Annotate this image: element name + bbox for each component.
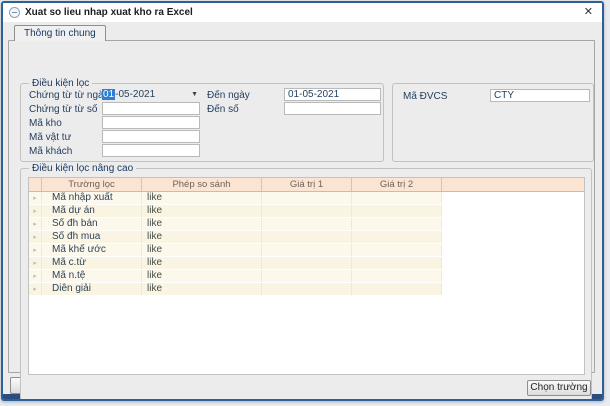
row-operator[interactable]: like	[142, 257, 262, 269]
row-value1[interactable]	[262, 270, 352, 282]
customer-field[interactable]	[102, 144, 200, 157]
date-from-combo[interactable]: 01-05-2021 ▼	[102, 88, 200, 101]
row-field[interactable]: Diễn giải	[42, 283, 142, 295]
chevron-down-icon[interactable]: ▼	[191, 91, 200, 98]
date-from-label: Chứng từ từ ngày	[29, 90, 109, 102]
row-value2[interactable]	[352, 283, 442, 295]
row-selector-icon[interactable]: ▸	[29, 218, 42, 230]
row-value2[interactable]	[352, 257, 442, 269]
table-row[interactable]: ▸ Mã c.từ like	[29, 257, 584, 270]
table-row[interactable]: ▸ Số đh mua like	[29, 231, 584, 244]
customer-label: Mã khách	[29, 146, 72, 158]
advanced-group-title: Điều kiện lọc nâng cao	[29, 163, 136, 174]
row-selector-icon[interactable]: ▸	[29, 283, 42, 295]
row-operator[interactable]: like	[142, 218, 262, 230]
table-row[interactable]: ▸ Mã n.tệ like	[29, 270, 584, 283]
row-value1[interactable]	[262, 231, 352, 243]
grid-header-value1[interactable]: Giá trị 1	[262, 178, 352, 191]
table-row[interactable]: ▸ Mã dự án like	[29, 205, 584, 218]
row-field[interactable]: Mã nhập xuất	[42, 192, 142, 204]
row-value2[interactable]	[352, 270, 442, 282]
row-value1[interactable]	[262, 205, 352, 217]
row-field[interactable]: Số đh mua	[42, 231, 142, 243]
advanced-filter-groupbox: Điều kiện lọc nâng cao Trường lọc Phép s…	[20, 168, 592, 401]
row-selector-icon[interactable]: ▸	[29, 257, 42, 269]
table-row[interactable]: ▸ Mã nhập xuất like	[29, 192, 584, 205]
row-selector-icon[interactable]: ▸	[29, 244, 42, 256]
row-selector-icon[interactable]: ▸	[29, 270, 42, 282]
row-operator[interactable]: like	[142, 205, 262, 217]
date-to-label: Đến ngày	[207, 90, 250, 102]
row-operator[interactable]: like	[142, 270, 262, 282]
unit-label: Mã ĐVCS	[403, 91, 447, 103]
date-from-rest: -05-2021	[115, 89, 155, 100]
unit-field[interactable]	[490, 89, 590, 102]
row-field[interactable]: Mã khế ước	[42, 244, 142, 256]
filter-group-title: Điều kiện lọc	[29, 78, 92, 89]
grid-header-selector	[29, 178, 42, 191]
row-filler	[442, 192, 584, 204]
row-field[interactable]: Mã c.từ	[42, 257, 142, 269]
row-value1[interactable]	[262, 244, 352, 256]
table-row[interactable]: ▸ Mã khế ước like	[29, 244, 584, 257]
doc-to-field[interactable]	[284, 102, 381, 115]
row-selector-icon[interactable]: ▸	[29, 231, 42, 243]
row-selector-icon[interactable]: ▸	[29, 192, 42, 204]
row-filler	[442, 205, 584, 217]
grid-header-filler	[442, 178, 584, 191]
table-row[interactable]: ▸ Số đh bán like	[29, 218, 584, 231]
row-filler	[442, 270, 584, 282]
row-value1[interactable]	[262, 218, 352, 230]
app-icon	[9, 7, 20, 18]
row-value1[interactable]	[262, 192, 352, 204]
row-value2[interactable]	[352, 244, 442, 256]
grid-header-field[interactable]: Trường lọc	[42, 178, 142, 191]
row-filler	[442, 244, 584, 256]
doc-from-field[interactable]	[102, 102, 200, 115]
row-operator[interactable]: like	[142, 283, 262, 295]
row-operator[interactable]: like	[142, 244, 262, 256]
table-row[interactable]: ▸ Diễn giải like	[29, 283, 584, 296]
advanced-filter-grid[interactable]: Trường lọc Phép so sánh Giá trị 1 Giá tr…	[28, 177, 585, 375]
row-value1[interactable]	[262, 283, 352, 295]
row-value2[interactable]	[352, 192, 442, 204]
row-selector-icon[interactable]: ▸	[29, 205, 42, 217]
row-field[interactable]: Mã dự án	[42, 205, 142, 217]
material-label: Mã vật tư	[29, 132, 71, 144]
grid-header-row: Trường lọc Phép so sánh Giá trị 1 Giá tr…	[29, 178, 584, 192]
date-from-selected-segment: 01	[102, 89, 115, 100]
close-icon[interactable]: ✕	[581, 6, 596, 19]
choose-fields-button[interactable]: Chọn trường	[527, 380, 591, 396]
grid-header-operator[interactable]: Phép so sánh	[142, 178, 262, 191]
row-operator[interactable]: like	[142, 231, 262, 243]
row-value1[interactable]	[262, 257, 352, 269]
row-value2[interactable]	[352, 218, 442, 230]
row-filler	[442, 231, 584, 243]
window-title: Xuat so lieu nhap xuat kho ra Excel	[25, 7, 193, 18]
row-operator[interactable]: like	[142, 192, 262, 204]
doc-from-label: Chứng từ từ số	[29, 104, 97, 116]
row-field[interactable]: Mã n.tệ	[42, 270, 142, 282]
tab-general-info[interactable]: Thông tin chung	[14, 25, 106, 41]
material-field[interactable]	[102, 130, 200, 143]
export-dialog-window: Xuat so lieu nhap xuat kho ra Excel ✕ Th…	[1, 1, 604, 401]
tab-page: Điều kiện lọc Chứng từ từ ngày 01-05-202…	[8, 40, 595, 373]
desktop-background: { "window": { "title": "Xuat so lieu nha…	[0, 0, 610, 406]
row-field[interactable]: Số đh bán	[42, 218, 142, 230]
row-filler	[442, 218, 584, 230]
row-filler	[442, 283, 584, 295]
row-value2[interactable]	[352, 231, 442, 243]
titlebar: Xuat so lieu nhap xuat kho ra Excel ✕	[3, 3, 602, 22]
row-value2[interactable]	[352, 205, 442, 217]
grid-header-value2[interactable]: Giá trị 2	[352, 178, 442, 191]
unit-groupbox: Mã ĐVCS	[392, 83, 594, 162]
doc-to-label: Đến số	[207, 104, 239, 116]
warehouse-field[interactable]	[102, 116, 200, 129]
warehouse-label: Mã kho	[29, 118, 62, 130]
filter-groupbox: Điều kiện lọc Chứng từ từ ngày 01-05-202…	[20, 83, 384, 162]
row-filler	[442, 257, 584, 269]
date-to-field[interactable]	[284, 88, 381, 101]
